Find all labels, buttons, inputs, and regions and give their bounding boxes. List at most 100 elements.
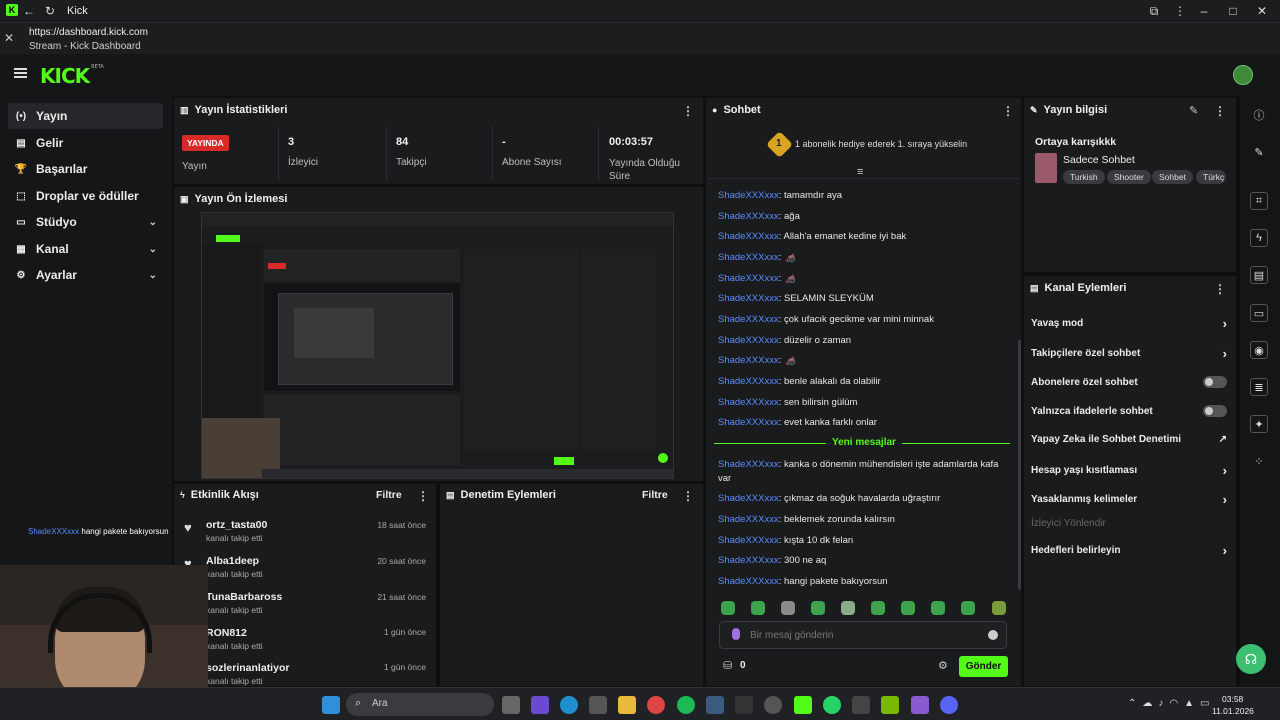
chrome-icon[interactable] — [647, 696, 665, 714]
extensions-icon[interactable]: ⧉ — [1146, 3, 1162, 19]
filter-icon[interactable]: ≡ — [857, 166, 863, 178]
channel-actions-menu-icon[interactable]: ⋮ — [1214, 282, 1226, 296]
store-icon[interactable] — [589, 696, 607, 714]
sidebar-item-studyo[interactable]: ▭ Stüdyo ⌄ — [8, 209, 163, 235]
wrench-icon[interactable]: ✦ — [1250, 415, 1268, 433]
edit-icon[interactable]: ✎ — [1189, 104, 1198, 117]
document-icon[interactable]: ▤ — [1250, 266, 1268, 284]
sidebar-item-gelir[interactable]: ▤ Gelir — [8, 130, 163, 156]
app-icon[interactable] — [852, 696, 870, 714]
layers-icon[interactable]: ≣ — [1250, 378, 1268, 396]
taskbar-search[interactable]: ⌕ Ara — [346, 693, 494, 716]
discord-icon[interactable] — [940, 696, 958, 714]
chevron-down-icon: ⌄ — [148, 216, 157, 228]
support-chat-button[interactable]: ☊ — [1236, 644, 1266, 674]
action-account-age[interactable]: Hesap yaşı kısıtlaması › — [1031, 463, 1227, 478]
emote-6-icon[interactable] — [871, 601, 885, 615]
close-window-icon[interactable]: ✕ — [1254, 3, 1270, 19]
event-name[interactable]: RON812 — [206, 627, 247, 639]
event-name[interactable]: Alba1deep — [206, 555, 259, 567]
widgets-icon[interactable] — [531, 696, 549, 714]
activity-panel — [174, 484, 436, 686]
back-icon[interactable]: ← — [21, 3, 37, 19]
chat-menu-icon[interactable]: ⋮ — [1002, 104, 1014, 118]
stream-preview-video[interactable] — [201, 212, 674, 479]
steam-icon[interactable] — [706, 696, 724, 714]
chat-input-box[interactable] — [719, 621, 1007, 649]
tray-icons[interactable]: ⌃☁♪◠▲▭ — [1128, 698, 1215, 709]
info-icon[interactable]: ⓘ — [1250, 106, 1268, 124]
chest-icon[interactable]: ⛁ — [723, 659, 732, 672]
sidebar-item-yayin[interactable]: (•) Yayın — [8, 103, 163, 129]
emote-2-icon[interactable] — [751, 601, 765, 615]
avatar[interactable] — [1233, 65, 1253, 85]
action-ai-moderation[interactable]: Yapay Zeka ile Sohbet Denetimi ↗ — [1031, 434, 1227, 445]
event-time: 21 saat önce — [377, 592, 426, 602]
maximize-icon[interactable]: □ — [1225, 3, 1241, 19]
chat-input[interactable] — [750, 626, 970, 644]
pencil-icon[interactable]: ✎ — [1250, 143, 1268, 161]
epic-icon[interactable] — [735, 696, 753, 714]
chat-settings-icon[interactable]: ⚙ — [938, 659, 948, 672]
activity-filter-button[interactable]: Filtre — [376, 489, 402, 501]
viewers-label: İzleyici — [288, 157, 319, 168]
action-followers-only[interactable]: Takipçilere özel sohbet › — [1031, 346, 1227, 361]
event-name[interactable]: TunaBarbaross — [206, 591, 282, 603]
new-messages-label[interactable]: Yeni mesajlar — [826, 437, 902, 448]
nodes-icon[interactable]: ⁘ — [1250, 452, 1268, 470]
vs-icon[interactable] — [911, 696, 929, 714]
url-text[interactable]: https://dashboard.kick.com — [29, 27, 148, 38]
explorer-icon[interactable] — [618, 696, 636, 714]
emote-4-icon[interactable] — [811, 601, 825, 615]
subs-only-toggle[interactable] — [1203, 376, 1227, 388]
emote-1-icon[interactable] — [721, 601, 735, 615]
stream-info-menu-icon[interactable]: ⋮ — [1214, 104, 1226, 118]
broadcast-icon[interactable]: ◉ — [1250, 341, 1268, 359]
edge-icon[interactable] — [560, 696, 578, 714]
chat-icon[interactable]: ▭ — [1250, 304, 1268, 322]
kick-taskbar-icon[interactable] — [794, 696, 812, 714]
preview-send-button — [554, 457, 574, 465]
send-button[interactable]: Gönder — [959, 656, 1008, 677]
reload-icon[interactable]: ↻ — [42, 3, 58, 19]
whatsapp-icon[interactable] — [823, 696, 841, 714]
gift-banner-text[interactable]: 1 abonelik hediye ederek 1. sıraya yükse… — [795, 139, 967, 149]
moderation-filter-button[interactable]: Filtre — [642, 489, 668, 501]
emoji-picker-icon[interactable] — [988, 630, 998, 640]
nvidia-icon[interactable] — [881, 696, 899, 714]
emote-10-icon[interactable] — [992, 601, 1006, 615]
hamburger-icon[interactable] — [14, 68, 27, 78]
close-icon[interactable]: ✕ — [4, 31, 14, 45]
sidebar-item-basarilar[interactable]: 🏆 Başarılar — [8, 156, 163, 182]
kick-logo[interactable]: KICK BETA — [40, 64, 104, 88]
sidebar-item-kanal[interactable]: ▦ Kanal ⌄ — [8, 236, 163, 262]
preview-browser-bar — [202, 213, 673, 227]
emote-5-icon[interactable] — [841, 601, 855, 615]
event-name[interactable]: ortz_tasta00 — [206, 519, 267, 531]
action-slow-mode[interactable]: Yavaş mod › — [1031, 316, 1227, 331]
event-name[interactable]: sozlerinanlatiyor — [206, 662, 289, 674]
spotify-icon[interactable] — [677, 696, 695, 714]
emote-8-icon[interactable] — [931, 601, 945, 615]
stats-menu-icon[interactable]: ⋮ — [682, 104, 694, 118]
mic-icon[interactable] — [732, 628, 740, 640]
moderation-menu-icon[interactable]: ⋮ — [682, 489, 694, 503]
action-banned-words[interactable]: Yasaklanmış kelimeler › — [1031, 492, 1227, 507]
emote-3-icon[interactable] — [781, 601, 795, 615]
activity-menu-icon[interactable]: ⋮ — [417, 489, 429, 503]
emote-9-icon[interactable] — [961, 601, 975, 615]
action-goals[interactable]: Hedefleri belirleyin › — [1031, 543, 1227, 558]
windows-start-icon[interactable] — [322, 696, 340, 714]
scan-icon[interactable]: ⌗ — [1250, 192, 1268, 210]
emotes-only-toggle[interactable] — [1203, 405, 1227, 417]
minimize-icon[interactable]: – — [1196, 3, 1212, 19]
menu-icon[interactable]: ⋮ — [1172, 3, 1188, 19]
task-view-icon[interactable] — [502, 696, 520, 714]
emote-7-icon[interactable] — [901, 601, 915, 615]
lightning-icon[interactable]: ϟ — [1250, 229, 1268, 247]
obs-icon[interactable] — [764, 696, 782, 714]
sidebar-item-ayarlar[interactable]: ⚙ Ayarlar ⌄ — [8, 262, 163, 288]
duration-label: Yayında Olduğu Süre — [609, 158, 680, 182]
sidebar-item-droplar[interactable]: ⬚ Droplar ve ödüller — [8, 183, 163, 209]
chat-scrollbar[interactable] — [1018, 340, 1021, 590]
